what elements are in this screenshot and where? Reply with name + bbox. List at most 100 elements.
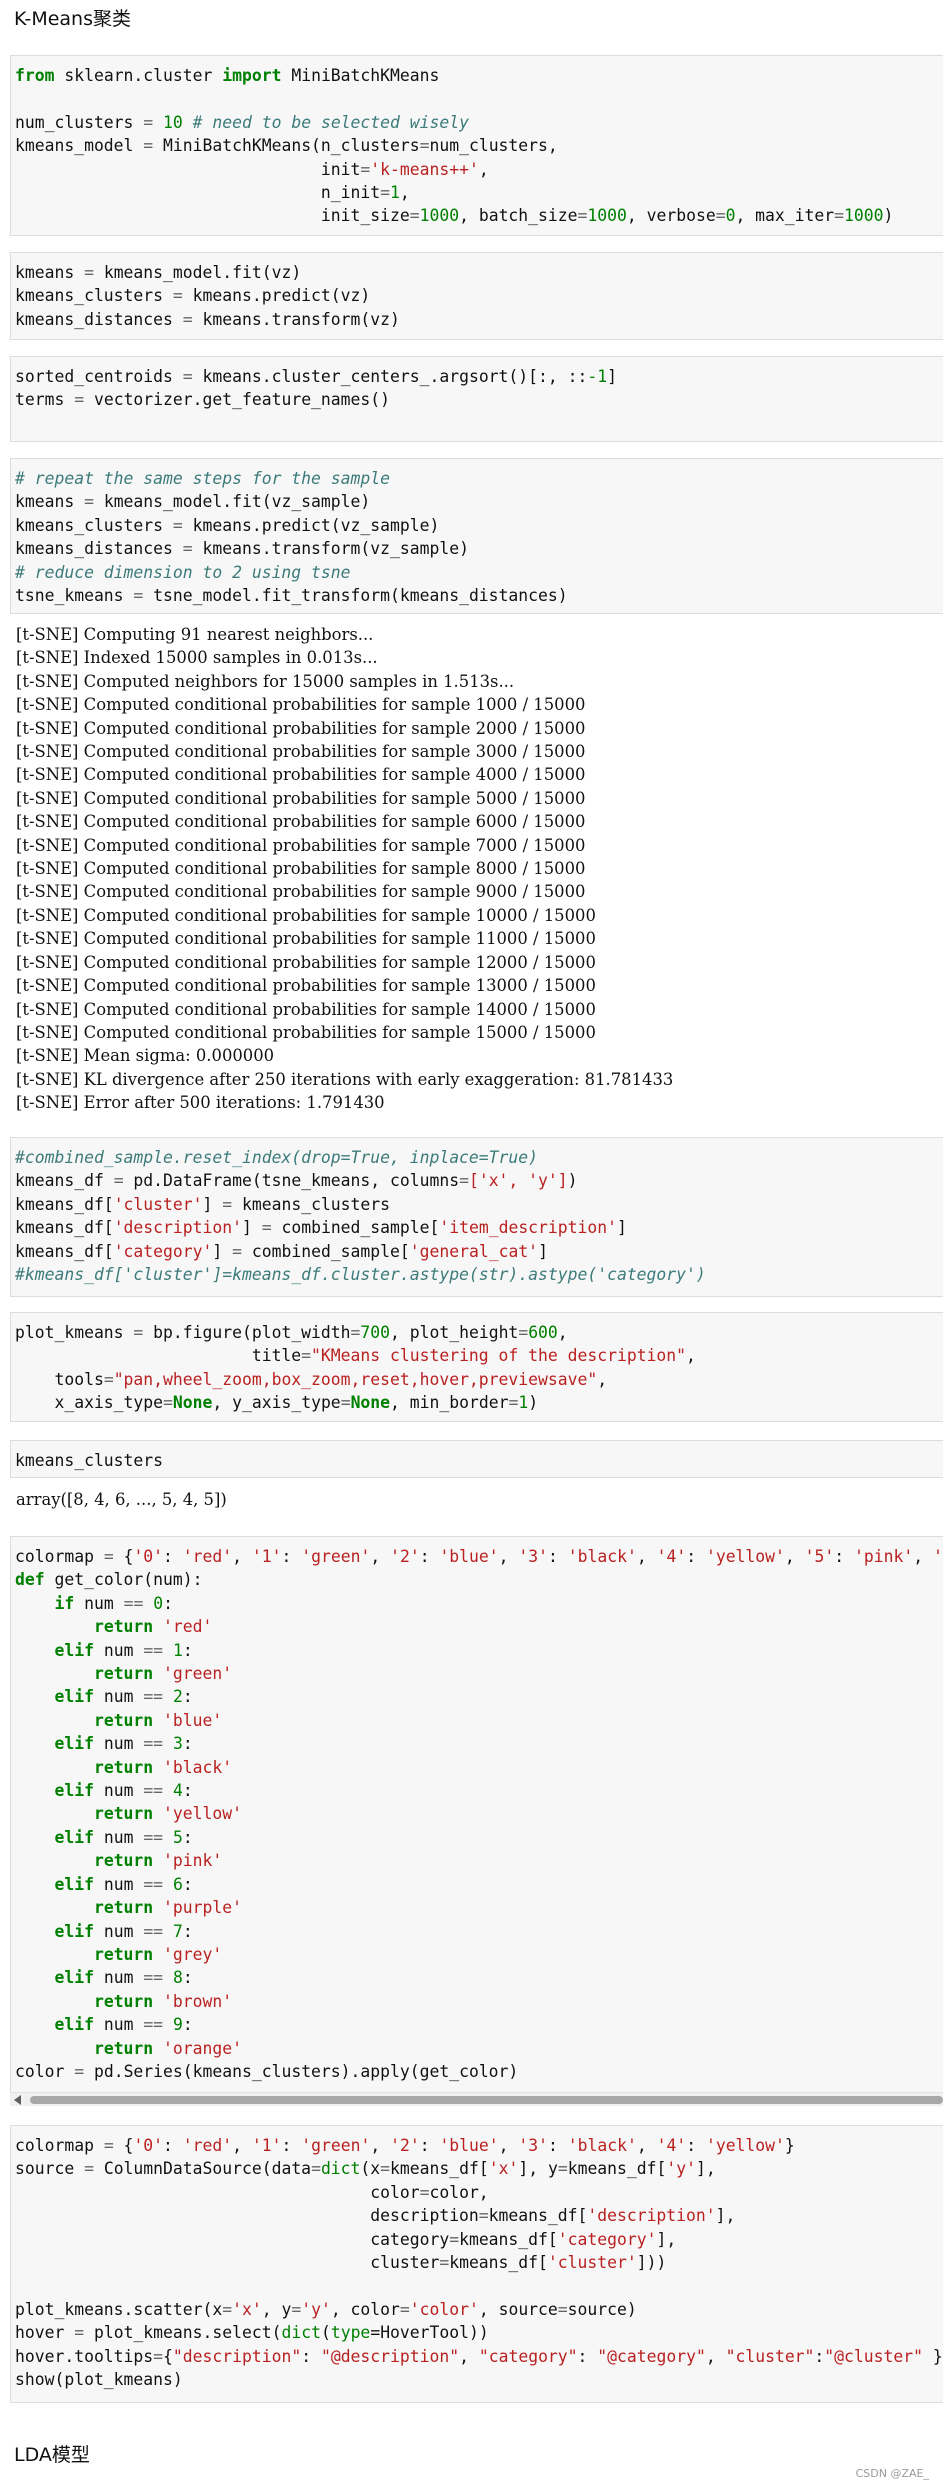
tsne-output: [t-SNE] Computing 91 nearest neighbors..… <box>10 623 943 1123</box>
code-line: return 'orange' <box>93 2038 242 2058</box>
scrollbar-thumb[interactable] <box>30 2096 943 2104</box>
code-line: elif num == 6: <box>54 1874 193 1894</box>
code-line: kmeans_df['category'] = combined_sample[… <box>15 1241 548 1261</box>
notebook-page: K-Means聚类 from sklearn.cluster import Mi… <box>0 0 943 2491</box>
code-line: plot_kmeans.scatter(x='x', y='y', color=… <box>15 2299 637 2319</box>
code-line: from sklearn.cluster import MiniBatchKMe… <box>15 66 440 85</box>
array-output: array([8, 4, 6, ..., 5, 4, 5]) <box>10 1488 943 1514</box>
output-line: [t-SNE] Mean sigma: 0.000000 <box>16 1046 275 1066</box>
code-line: return 'red' <box>93 1617 213 1637</box>
output-line: [t-SNE] Error after 500 iterations: 1.79… <box>16 1093 385 1113</box>
output-line: [t-SNE] Computed conditional probabiliti… <box>16 695 586 715</box>
code-line: kmeans_clusters = kmeans.predict(vz) <box>15 286 371 306</box>
scroll-left-arrow-icon[interactable] <box>14 2095 21 2105</box>
code-line: return 'brown' <box>93 1991 233 2011</box>
code-cell-kmeans-df[interactable]: #combined_sample.reset_index(drop=True, … <box>10 1137 943 1297</box>
code-line: num_clusters = 10 # need to be selected … <box>15 112 469 132</box>
code-line: # repeat the same steps for the sample <box>15 469 390 488</box>
section-heading-kmeans: K-Means聚类 <box>14 8 131 30</box>
code-line: category=kmeans_df['category'], <box>15 2229 677 2249</box>
code-line: kmeans_distances = kmeans.transform(vz) <box>15 309 400 329</box>
watermark: CSDN @ZAE_ <box>855 2467 929 2480</box>
code-line: colormap = {'0': 'red', '1': 'green', '2… <box>15 1547 943 1566</box>
code-line: hover = plot_kmeans.select(dict(type=Hov… <box>15 2323 489 2343</box>
code-line: show(plot_kmeans) <box>15 2370 183 2390</box>
output-line: [t-SNE] Computed conditional probabiliti… <box>16 765 586 785</box>
output-line: [t-SNE] Computed conditional probabiliti… <box>16 788 586 808</box>
section-heading-lda: LDA模型 <box>14 2444 90 2466</box>
code-line: return 'grey' <box>93 1944 223 1964</box>
output-line: [t-SNE] Computed conditional probabiliti… <box>16 1022 596 1042</box>
output-line: [t-SNE] Computed conditional probabiliti… <box>16 976 596 996</box>
output-line: [t-SNE] Computed conditional probabiliti… <box>16 952 596 972</box>
output-line: [t-SNE] Computed conditional probabiliti… <box>16 835 586 855</box>
code-line: n_init=1, <box>15 183 410 203</box>
code-line: color = pd.Series(kmeans_clusters).apply… <box>15 2061 519 2081</box>
code-line: plot_kmeans = bp.figure(plot_width=700, … <box>15 1323 568 1342</box>
code-line: tsne_kmeans = tsne_model.fit_transform(k… <box>15 586 568 606</box>
code-line: elif num == 5: <box>54 1827 193 1847</box>
code-cell-get-color[interactable]: colormap = {'0': 'red', '1': 'green', '2… <box>10 1536 943 2093</box>
code-line: return 'yellow' <box>93 1804 242 1824</box>
array-output-text: array([8, 4, 6, ..., 5, 4, 5]) <box>16 1490 227 1509</box>
code-line: color=color, <box>15 2182 489 2202</box>
code-line: return 'pink' <box>93 1851 223 1871</box>
code-line: tools="pan,wheel_zoom,box_zoom,reset,hov… <box>15 1369 608 1389</box>
code-line: kmeans_df['description'] = combined_samp… <box>15 1218 627 1238</box>
code-line: elif num == 3: <box>54 1734 193 1754</box>
code-line: kmeans_clusters <box>15 1451 164 1470</box>
output-line: [t-SNE] Computed conditional probabiliti… <box>16 742 586 762</box>
code-line: title="KMeans clustering of the descript… <box>15 1346 696 1366</box>
code-line: kmeans_df = pd.DataFrame(tsne_kmeans, co… <box>15 1171 578 1191</box>
output-line: [t-SNE] Computed conditional probabiliti… <box>16 859 586 879</box>
code-line: # reduce dimension to 2 using tsne <box>15 562 351 582</box>
output-line: [t-SNE] Computed conditional probabiliti… <box>16 929 596 949</box>
output-line: [t-SNE] Computed conditional probabiliti… <box>16 905 596 925</box>
horizontal-scrollbar[interactable] <box>10 2092 943 2106</box>
output-line: [t-SNE] Computed neighbors for 15000 sam… <box>16 671 515 691</box>
code-line: elif num == 1: <box>54 1640 193 1660</box>
code-line: source = ColumnDataSource(data=dict(x=km… <box>15 2159 716 2179</box>
code-line: kmeans_distances = kmeans.transform(vz_s… <box>15 539 469 559</box>
code-line: cluster=kmeans_df['cluster'])) <box>15 2253 667 2273</box>
output-line: [t-SNE] Computed conditional probabiliti… <box>16 812 586 832</box>
code-cell-kmeans-clusters[interactable]: kmeans_clusters <box>10 1440 943 1478</box>
code-line: kmeans_clusters = kmeans.predict(vz_samp… <box>15 515 440 535</box>
output-line: [t-SNE] Computed conditional probabiliti… <box>16 718 586 738</box>
code-line: description=kmeans_df['description'], <box>15 2206 736 2226</box>
output-line: [t-SNE] Indexed 15000 samples in 0.013s.… <box>16 648 378 668</box>
code-line: terms = vectorizer.get_feature_names() <box>15 390 391 410</box>
code-line: elif num == 2: <box>54 1687 193 1707</box>
code-line: return 'blue' <box>93 1710 223 1730</box>
code-line: kmeans_df['cluster'] = kmeans_clusters <box>15 1194 391 1214</box>
code-line: elif num == 4: <box>54 1781 193 1801</box>
code-line: return 'black' <box>93 1757 233 1777</box>
code-cell-sample-tsne[interactable]: # repeat the same steps for the sample k… <box>10 458 943 614</box>
code-cell-fit-predict[interactable]: kmeans = kmeans_model.fit(vz) kmeans_clu… <box>10 252 943 340</box>
code-line: def get_color(num): <box>15 1570 203 1590</box>
code-line: elif num == 8: <box>54 1968 193 1988</box>
code-line: kmeans = kmeans_model.fit(vz_sample) <box>15 492 371 512</box>
code-line: #combined_sample.reset_index(drop=True, … <box>15 1148 539 1167</box>
code-line: elif num == 7: <box>54 1921 193 1941</box>
output-line: [t-SNE] Computing 91 nearest neighbors..… <box>16 625 374 644</box>
code-line: kmeans = kmeans_model.fit(vz) <box>15 263 302 282</box>
code-line: return 'green' <box>93 1664 233 1684</box>
code-cell-sorted-centroids[interactable]: sorted_centroids = kmeans.cluster_center… <box>10 356 943 442</box>
output-line: [t-SNE] Computed conditional probabiliti… <box>16 882 586 902</box>
code-cell-scatter-plot[interactable]: colormap = {'0': 'red', '1': 'green', '2… <box>10 2125 943 2403</box>
code-line: init='k-means++', <box>15 159 489 179</box>
code-line: return 'purple' <box>93 1898 242 1918</box>
code-cell-plot-figure[interactable]: plot_kmeans = bp.figure(plot_width=700, … <box>10 1312 943 1422</box>
code-line: if num == 0: <box>54 1593 173 1613</box>
code-line: kmeans_model = MiniBatchKMeans(n_cluster… <box>15 136 558 156</box>
code-line: x_axis_type=None, y_axis_type=None, min_… <box>15 1393 539 1413</box>
code-line: init_size=1000, batch_size=1000, verbose… <box>15 206 894 226</box>
code-line: #kmeans_df['cluster']=kmeans_df.cluster.… <box>15 1265 706 1285</box>
code-cell-import-minibatch[interactable]: from sklearn.cluster import MiniBatchKMe… <box>10 55 943 236</box>
code-line: elif num == 9: <box>54 2015 193 2035</box>
output-line: [t-SNE] Computed conditional probabiliti… <box>16 999 596 1019</box>
code-line: hover.tooltips={"description": "@descrip… <box>15 2346 943 2366</box>
code-line: colormap = {'0': 'red', '1': 'green', '2… <box>15 2136 795 2155</box>
code-line: sorted_centroids = kmeans.cluster_center… <box>15 367 617 386</box>
